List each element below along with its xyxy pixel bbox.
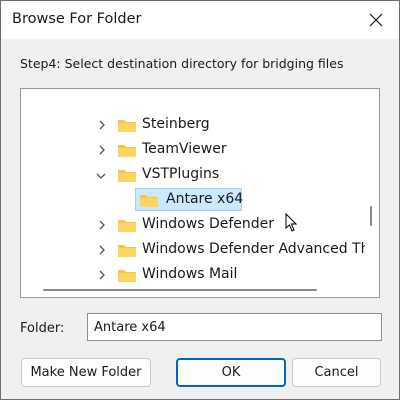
ok-button[interactable]: OK — [176, 358, 286, 387]
close-icon — [369, 13, 383, 27]
chevron-right-icon[interactable] — [97, 119, 107, 131]
vertical-scroll-thumb[interactable] — [370, 206, 372, 226]
tree-item-vstplugins[interactable]: VSTPlugins — [21, 163, 367, 187]
folder-icon — [118, 270, 136, 282]
dialog-title: Browse For Folder — [12, 11, 142, 27]
folder-icon — [118, 245, 136, 257]
chevron-right-icon[interactable] — [97, 144, 107, 156]
tree-item-label: Windows Defender — [142, 216, 275, 232]
browse-for-folder-dialog: Browse For Folder Step4: Select destinat… — [0, 0, 400, 400]
make-new-folder-button[interactable]: Make New Folder — [21, 358, 151, 387]
chevron-right-icon[interactable] — [97, 219, 107, 231]
mouse-pointer-icon — [285, 213, 298, 232]
horizontal-scroll-thumb[interactable] — [43, 289, 317, 291]
chevron-down-icon[interactable] — [95, 171, 107, 181]
cancel-button[interactable]: Cancel — [292, 358, 381, 387]
folder-icon — [118, 145, 136, 157]
tree-item-steinberg[interactable]: Steinberg — [21, 113, 367, 137]
chevron-right-icon[interactable] — [97, 244, 107, 256]
tree-item-antare-x64[interactable]: Antare x64 — [21, 188, 367, 212]
folder-tree[interactable]: Steinberg TeamViewer VSTPlugins Antare x… — [20, 88, 380, 298]
tree-item-label: Windows Defender Advanced Th — [142, 241, 370, 257]
folder-icon — [118, 170, 136, 182]
close-button[interactable] — [353, 1, 399, 39]
folder-icon — [118, 220, 136, 232]
tree-item-label: TeamViewer — [142, 141, 227, 157]
folder-icon — [118, 120, 136, 132]
folder-icon — [140, 195, 158, 207]
folder-input[interactable] — [87, 313, 382, 341]
vertical-scrollbar[interactable] — [365, 89, 379, 283]
tree-item-label: Antare x64 — [166, 191, 244, 207]
tree-item-label: Windows Mail — [142, 266, 238, 282]
tree-item-windows-defender-advanced[interactable]: Windows Defender Advanced Th — [21, 238, 370, 262]
tree-item-label: Steinberg — [142, 116, 210, 132]
tree-item-windows-mail[interactable]: Windows Mail — [21, 263, 367, 283]
tree-item-label: VSTPlugins — [142, 166, 220, 182]
tree-item-windows-defender[interactable]: Windows Defender — [21, 213, 367, 237]
folder-field-label: Folder: — [20, 321, 65, 336]
chevron-right-icon[interactable] — [97, 269, 107, 281]
title-bar: Browse For Folder — [1, 1, 399, 39]
horizontal-scrollbar[interactable] — [21, 283, 367, 297]
instruction-text: Step4: Select destination directory for … — [20, 56, 344, 71]
tree-item-teamviewer[interactable]: TeamViewer — [21, 138, 367, 162]
